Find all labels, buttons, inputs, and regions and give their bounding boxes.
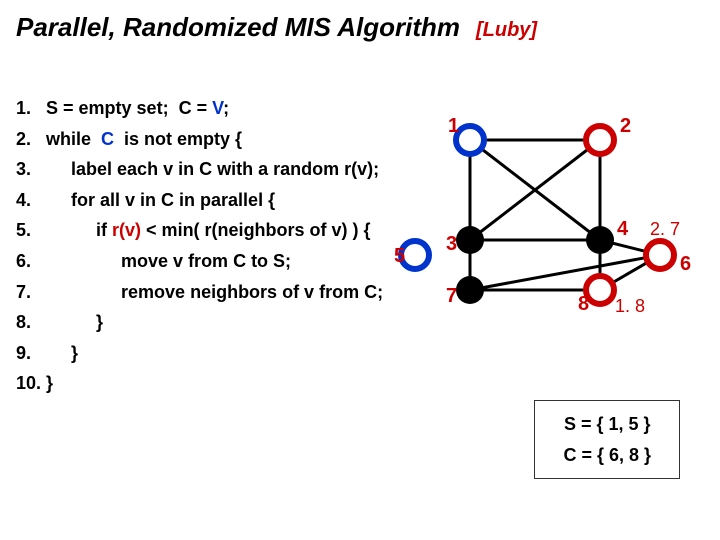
node-label-6: 6 [680, 253, 691, 275]
citation: [Luby] [476, 19, 537, 42]
node-label-2: 2 [620, 115, 631, 137]
node-label-7: 7 [446, 285, 457, 307]
title-row: Parallel, Randomized MIS Algorithm [Luby… [16, 12, 704, 43]
graph-svg: 1 2 3 4 5 6 7 8 2. 7 1. 8 [420, 110, 700, 390]
page-title: Parallel, Randomized MIS Algorithm [16, 12, 460, 43]
node-label-5: 5 [394, 245, 405, 267]
node-label-1: 1 [448, 115, 459, 137]
status-c: C = { 6, 8 } [563, 440, 651, 471]
r-label-6: 2. 7 [650, 219, 680, 239]
status-s: S = { 1, 5 } [563, 409, 651, 440]
status-box: S = { 1, 5 } C = { 6, 8 } [534, 400, 680, 479]
node-label-8: 8 [578, 293, 589, 315]
r-label-8: 1. 8 [615, 296, 645, 316]
node-label-4: 4 [617, 218, 629, 240]
graph-diagram: 1 2 3 4 5 6 7 8 2. 7 1. 8 [420, 110, 700, 390]
graph-edges [470, 140, 660, 290]
node-label-3: 3 [446, 233, 457, 255]
